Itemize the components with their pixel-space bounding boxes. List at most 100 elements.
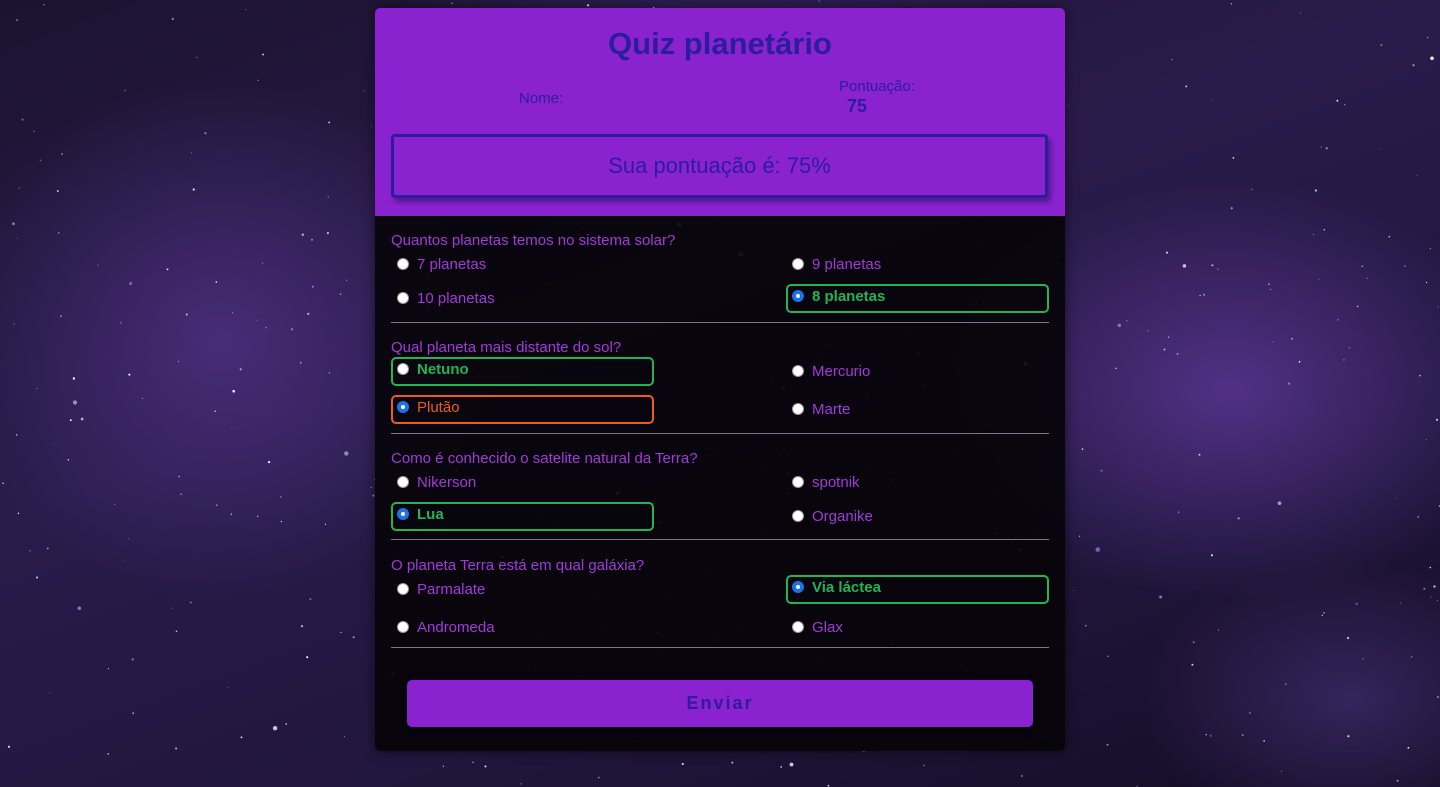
option-7-planetas[interactable]: 7 planetas	[391, 252, 654, 281]
star	[1269, 288, 1272, 291]
radio-button[interactable]	[397, 401, 409, 413]
option-plutao[interactable]: Plutão	[391, 395, 654, 424]
option-marte[interactable]: Marte	[786, 397, 1049, 426]
star	[1272, 341, 1274, 343]
star	[1078, 535, 1081, 537]
star	[363, 90, 364, 92]
star	[1171, 58, 1173, 61]
star	[2, 482, 4, 484]
star	[1417, 515, 1420, 519]
option-mercurio[interactable]: Mercurio	[786, 359, 1049, 388]
star	[1412, 64, 1415, 67]
star	[1425, 281, 1428, 284]
star	[299, 361, 302, 364]
radio-button[interactable]	[397, 508, 409, 520]
star	[1285, 683, 1287, 685]
radio-button[interactable]	[397, 363, 409, 375]
radio-button[interactable]	[397, 258, 409, 270]
star	[1419, 374, 1421, 377]
star	[132, 712, 135, 715]
option-9-planetas[interactable]: 9 planetas	[786, 252, 1049, 281]
radio-button[interactable]	[792, 403, 804, 415]
radio-button[interactable]	[792, 581, 804, 593]
question-text: Qual planeta mais distante do sol?	[391, 339, 622, 356]
star	[214, 410, 216, 412]
star	[827, 784, 830, 787]
star	[1210, 554, 1214, 557]
radio-button[interactable]	[397, 292, 409, 304]
star	[1211, 100, 1213, 102]
option-via-lactea[interactable]: Via láctea	[786, 575, 1049, 604]
star	[16, 19, 18, 21]
star	[1100, 469, 1103, 472]
option-parmalate[interactable]: Parmalate	[391, 577, 654, 606]
star	[1435, 418, 1439, 421]
option-label: Via láctea	[812, 579, 881, 596]
star	[1436, 600, 1438, 601]
option-organike[interactable]: Organike	[786, 504, 1049, 533]
option-label: 8 planetas	[812, 288, 886, 305]
star	[129, 282, 133, 286]
star	[818, 0, 821, 3]
star	[196, 56, 198, 59]
star	[484, 765, 487, 768]
option-spotnik[interactable]: spotnik	[786, 470, 1049, 499]
star	[1185, 85, 1188, 88]
radio-button[interactable]	[397, 583, 409, 595]
radio-button[interactable]	[397, 476, 409, 488]
star	[1407, 746, 1410, 749]
star	[923, 764, 925, 767]
question-4: O planeta Terra está em qual galáxia? Pa…	[391, 557, 1049, 648]
star	[1176, 352, 1179, 355]
star	[1230, 207, 1233, 210]
option-lua[interactable]: Lua	[391, 502, 654, 531]
star	[46, 547, 49, 550]
star	[306, 656, 309, 659]
star	[1425, 439, 1427, 441]
radio-button[interactable]	[792, 365, 804, 377]
star	[232, 312, 234, 314]
star	[171, 607, 173, 609]
star	[1430, 596, 1432, 598]
star	[1106, 655, 1109, 657]
star	[328, 372, 331, 374]
star	[1068, 104, 1070, 106]
star	[451, 2, 453, 4]
star	[1388, 235, 1391, 238]
star	[1146, 329, 1149, 332]
radio-button[interactable]	[792, 621, 804, 633]
star	[262, 262, 263, 264]
radio-button[interactable]	[792, 290, 804, 302]
option-netuno[interactable]: Netuno	[391, 357, 654, 386]
option-10-planetas[interactable]: 10 planetas	[391, 286, 654, 315]
star	[53, 443, 55, 445]
question-text: O planeta Terra está em qual galáxia?	[391, 557, 645, 574]
star	[1400, 602, 1402, 604]
radio-button[interactable]	[397, 621, 409, 633]
submit-button[interactable]: Enviar	[407, 680, 1033, 727]
star	[1321, 614, 1323, 617]
star	[21, 118, 24, 121]
star	[1218, 629, 1220, 631]
question-text: Quantos planetas temos no sistema solar?	[391, 232, 676, 249]
option-label: Glax	[812, 619, 843, 636]
star	[1198, 453, 1201, 456]
quiz-header: Quiz planetário Nome: Pontuação: 75 Sua …	[375, 8, 1065, 216]
star	[227, 687, 229, 689]
star	[346, 279, 348, 281]
option-8-planetas[interactable]: 8 planetas	[786, 284, 1049, 313]
option-glax[interactable]: Glax	[786, 615, 1049, 644]
radio-button[interactable]	[792, 510, 804, 522]
star	[49, 692, 51, 694]
question-text: Como é conhecido o satelite natural da T…	[391, 450, 698, 467]
radio-button[interactable]	[792, 476, 804, 488]
option-nikerson[interactable]: Nikerson	[391, 470, 654, 499]
star	[1084, 624, 1087, 627]
star	[257, 79, 259, 81]
question-2: Qual planeta mais distante do sol? Netun…	[391, 339, 1049, 434]
star	[1277, 501, 1282, 506]
star	[262, 53, 265, 56]
option-andromeda[interactable]: Andromeda	[391, 615, 654, 644]
star	[1362, 658, 1364, 660]
radio-button[interactable]	[792, 258, 804, 270]
